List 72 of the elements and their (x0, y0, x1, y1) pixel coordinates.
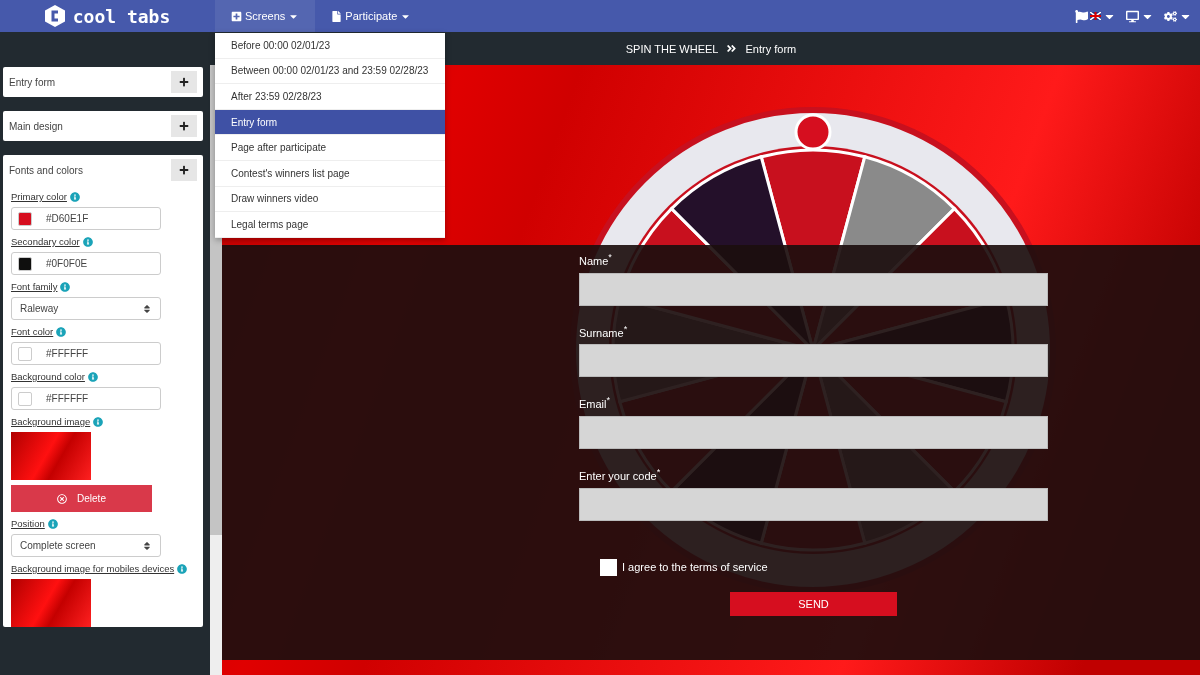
dropdown-item[interactable]: After 23:59 02/28/23 (215, 84, 445, 110)
dropdown-item[interactable]: Page after participate (215, 135, 445, 161)
info-icon[interactable] (93, 416, 104, 427)
color-field[interactable]: #FFFFFF (11, 342, 161, 365)
menu-button[interactable]: Participate (315, 0, 428, 32)
dropdown-item[interactable]: Draw winners video (215, 186, 445, 213)
expand-button[interactable] (171, 159, 197, 181)
dropdown-item[interactable]: Before 00:00 02/01/23 (215, 33, 445, 59)
setting-label: Secondary color (11, 236, 80, 247)
settings-button[interactable] (1164, 9, 1192, 23)
info-icon[interactable] (56, 326, 67, 337)
menu-button[interactable]: Screens (215, 0, 316, 32)
color-field[interactable]: #0F0F0E (11, 252, 161, 275)
color-value: #FFFFFF (46, 348, 89, 359)
color-value: #D60E1F (46, 213, 89, 224)
info-icon[interactable] (87, 371, 98, 382)
setting-label: Font color (11, 326, 54, 337)
flag-icon (1075, 9, 1088, 23)
terms-label: I agree to the terms of service (622, 561, 768, 574)
info-icon[interactable] (60, 281, 71, 292)
expand-button[interactable] (171, 115, 197, 137)
setting-label: Background image for mobiles devices (11, 563, 175, 574)
delete-button[interactable]: Delete (11, 485, 152, 512)
send-button[interactable]: SEND (730, 591, 897, 616)
breadcrumb-item: Entry form (745, 42, 797, 55)
color-field[interactable]: #FFFFFF (11, 387, 161, 410)
color-value: #0F0F0E (46, 258, 88, 269)
select-field[interactable]: Raleway (11, 297, 161, 320)
panel-title: Fonts and colors (9, 164, 83, 176)
dropdown-item[interactable]: Entry form (215, 109, 445, 136)
info-icon[interactable] (69, 191, 80, 202)
setting-label: Background image (11, 416, 91, 427)
expand-button[interactable] (171, 71, 197, 93)
input-field[interactable] (579, 415, 1048, 449)
field-label: Surname$^{*}$ (579, 323, 629, 339)
file-icon (331, 10, 343, 22)
info-icon[interactable] (177, 563, 188, 574)
input-field[interactable] (579, 344, 1048, 378)
color-field[interactable]: #D60E1F (11, 207, 161, 230)
dropdown-item[interactable]: Between 00:00 02/01/23 and 23:59 02/28/23 (215, 58, 445, 85)
settings-icon (1164, 9, 1177, 23)
plus-icon (179, 165, 189, 175)
color-value: #FFFFFF (46, 393, 89, 404)
info-icon[interactable] (82, 236, 93, 247)
field-label: Enter your code$^{*}$ (579, 466, 662, 482)
dropdown-item[interactable]: Contest's winners list page (215, 160, 445, 187)
panel-title: Main design (9, 120, 63, 132)
language-button[interactable] (1075, 9, 1116, 23)
select-field[interactable]: Complete screen (11, 534, 161, 557)
dropdown-item[interactable]: Legal terms page (215, 212, 445, 238)
setting-label: Position (11, 518, 45, 529)
monitor-icon (1126, 9, 1139, 23)
panel-title: Entry form (9, 76, 56, 88)
input-field[interactable] (579, 487, 1048, 521)
plus-icon (179, 77, 189, 87)
setting-label: Font family (11, 281, 58, 292)
setting-label: Primary color (11, 191, 67, 202)
breadcrumb-item: SPIN THE WHEEL (625, 42, 719, 55)
sort-arrows-icon (142, 303, 152, 314)
field-label: Name$^{*}$ (579, 252, 613, 267)
double-chevron-icon (726, 43, 738, 54)
info-icon[interactable] (47, 518, 58, 529)
uk-flag-icon (1090, 12, 1101, 20)
hexagon-logo-icon (44, 5, 65, 27)
checkbox[interactable] (600, 558, 617, 576)
display-button[interactable] (1126, 9, 1154, 23)
field-label: Email$^{*}$ (579, 395, 612, 410)
setting-label: Background color (11, 371, 85, 382)
logo-text: cool tabs (72, 5, 171, 27)
input-field[interactable] (579, 272, 1048, 306)
plus-icon (179, 121, 189, 131)
sort-arrows-icon (142, 540, 152, 551)
